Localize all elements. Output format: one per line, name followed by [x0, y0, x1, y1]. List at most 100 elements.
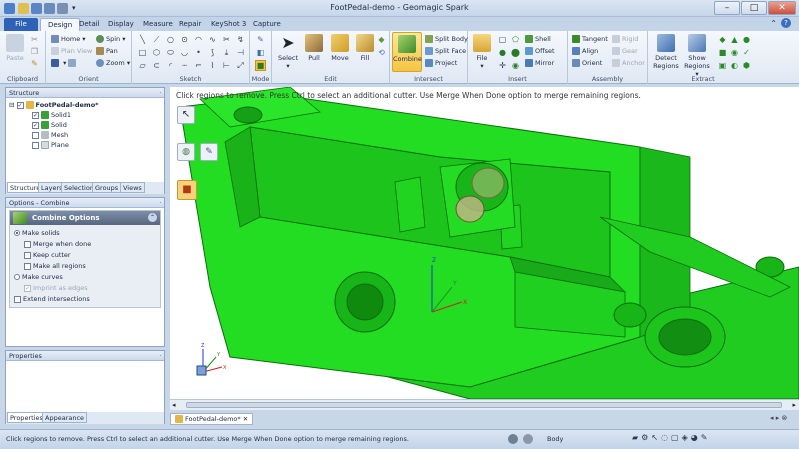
- tab-display[interactable]: Display: [101, 18, 141, 31]
- scrollbar-thumb[interactable]: [186, 402, 782, 408]
- construction-line-icon[interactable]: ┄: [180, 61, 189, 70]
- close-document-icon[interactable]: ✕: [243, 415, 248, 423]
- plan-view-button[interactable]: Plan View: [51, 47, 92, 55]
- corner-icon[interactable]: ⌐: [194, 61, 203, 70]
- pin-icon[interactable]: ᐧ: [159, 88, 161, 98]
- checkbox[interactable]: [14, 295, 21, 303]
- checkbox[interactable]: ✓: [32, 121, 39, 129]
- three-point-arc-icon[interactable]: ◜: [166, 61, 175, 70]
- three-point-rectangle-icon[interactable]: ▱: [138, 61, 147, 70]
- sweep-arc-icon[interactable]: ◡: [180, 48, 189, 57]
- shell-button[interactable]: Shell: [525, 35, 551, 43]
- tab-repair[interactable]: Repair: [172, 18, 208, 31]
- gear-button[interactable]: Gear: [612, 47, 638, 55]
- plane-icon[interactable]: ▢: [498, 35, 507, 44]
- status-toolbar-icons[interactable]: ▰⚙↖◌▢◈◕✎: [632, 433, 710, 442]
- checkbox[interactable]: [32, 141, 39, 149]
- radio[interactable]: [14, 230, 20, 236]
- help-icon[interactable]: ?: [781, 18, 791, 28]
- origin-icon[interactable]: ✛: [498, 61, 507, 70]
- split-face-button[interactable]: Split Face: [425, 47, 466, 55]
- combine-options-header[interactable]: Combine Options ⌃: [10, 211, 160, 225]
- checkbox[interactable]: [24, 240, 31, 248]
- tab-properties[interactable]: Properties: [7, 412, 46, 423]
- scale-icon[interactable]: ⤢: [236, 61, 245, 70]
- shell-shape-icon[interactable]: ◉: [511, 61, 520, 70]
- bend-icon[interactable]: ↯: [236, 35, 245, 44]
- ellipse-icon[interactable]: ⬭: [166, 48, 175, 57]
- merge-when-done-checkbox[interactable]: Merge when done: [24, 240, 91, 248]
- select-regions-tool-icon[interactable]: ✎: [200, 143, 218, 161]
- face-curve-icon[interactable]: ⌇: [208, 61, 217, 70]
- extract-freeform-icon[interactable]: ✓: [742, 48, 751, 57]
- extract-torus-icon[interactable]: ◉: [730, 48, 739, 57]
- slot-icon[interactable]: ⊂: [152, 61, 161, 70]
- home-button[interactable]: Home ▾: [51, 35, 86, 43]
- tangent-line-icon[interactable]: ⟋: [152, 35, 161, 44]
- select-cutters-tool-icon[interactable]: ◍: [177, 143, 195, 161]
- insert-file-button[interactable]: File ▾: [471, 34, 493, 70]
- make-solids-radio[interactable]: Make solids: [14, 229, 60, 237]
- extract-plane-icon[interactable]: ◆: [718, 35, 727, 44]
- tree-item-mesh[interactable]: Mesh: [32, 131, 68, 139]
- checkbox[interactable]: ✓: [16, 101, 24, 109]
- extract-cone-icon[interactable]: ▲: [730, 35, 739, 44]
- fill-button[interactable]: Fill: [354, 34, 376, 62]
- maximize-button[interactable]: □: [741, 1, 767, 15]
- trim-icon[interactable]: ✂: [222, 35, 231, 44]
- extract-revolve-icon[interactable]: ◐: [730, 61, 739, 70]
- spin-button[interactable]: Spin ▾: [96, 35, 126, 43]
- offset-button[interactable]: Offset: [525, 47, 555, 55]
- point-icon[interactable]: •: [194, 48, 203, 57]
- status-target-icon[interactable]: [508, 434, 518, 444]
- tree-item-root[interactable]: ⊟ ✓ FootPedal-demo*: [9, 101, 99, 109]
- extend-icon[interactable]: ⊢: [222, 61, 231, 70]
- make-curves-radio[interactable]: Make curves: [14, 273, 63, 281]
- project-button[interactable]: Project: [425, 59, 457, 67]
- rigid-button[interactable]: Rigid: [612, 35, 638, 43]
- pin-icon[interactable]: ᐧ: [159, 351, 161, 361]
- pin-icon[interactable]: ᐧ: [159, 198, 161, 208]
- selection-type[interactable]: Body: [547, 435, 563, 443]
- scroll-right-icon[interactable]: ▸: [792, 401, 796, 409]
- checkbox[interactable]: ✓: [24, 284, 31, 292]
- rectangle-icon[interactable]: □: [138, 48, 147, 57]
- 3d-mode-icon[interactable]: ■: [255, 60, 266, 71]
- tab-capture[interactable]: Capture: [246, 18, 288, 31]
- model-canvas[interactable]: Z Y X Z Y X: [170, 87, 799, 399]
- status-filter-icon[interactable]: [523, 434, 533, 444]
- 3d-viewport[interactable]: Z Y X Z Y X Click regions to remove. Pre…: [170, 87, 799, 399]
- split-line-icon[interactable]: ⊣: [236, 48, 245, 57]
- collapse-icon[interactable]: ⌃: [148, 213, 157, 222]
- sketch-mode-icon[interactable]: ✎: [256, 35, 265, 44]
- checkbox[interactable]: [24, 251, 31, 259]
- ribbon-collapse-icon[interactable]: ⌃: [770, 19, 777, 28]
- edit-extra-icon[interactable]: ◆: [377, 35, 386, 44]
- show-regions-button[interactable]: Show Regions ▾: [682, 34, 712, 78]
- document-tab[interactable]: FootPedal-demo* ✕: [170, 413, 254, 425]
- cutter-region-tool-icon[interactable]: ■: [177, 180, 197, 200]
- make-all-regions-checkbox[interactable]: Make all regions: [24, 262, 86, 270]
- foot-pedal-model[interactable]: [179, 87, 799, 399]
- combine-button[interactable]: Combine: [392, 32, 422, 72]
- imprint-as-edges-checkbox[interactable]: ✓ Imprint as edges: [24, 284, 88, 292]
- project-to-sketch-icon[interactable]: ⤓: [222, 48, 231, 57]
- view-cube-button[interactable]: ▾: [51, 59, 78, 67]
- tab-file[interactable]: File: [4, 18, 38, 31]
- extract-loft-icon[interactable]: ⬢: [742, 61, 751, 70]
- tab-groups[interactable]: Groups: [92, 182, 122, 193]
- circle-icon[interactable]: ○: [166, 35, 175, 44]
- scroll-left-icon[interactable]: ◂: [172, 401, 176, 409]
- cylinder-icon[interactable]: ⬤: [511, 48, 520, 57]
- minimize-button[interactable]: –: [714, 1, 740, 15]
- section-mode-icon[interactable]: ◧: [256, 48, 265, 57]
- paste-button[interactable]: Paste: [4, 34, 26, 62]
- select-targets-tool-icon[interactable]: ↖: [177, 106, 195, 124]
- tree-item-solid1[interactable]: ✓ Solid1: [32, 111, 71, 119]
- align-button[interactable]: Align: [572, 47, 598, 55]
- copy-icon[interactable]: ❐: [30, 47, 39, 56]
- checkbox[interactable]: [24, 262, 31, 270]
- three-point-circle-icon[interactable]: ⊙: [180, 35, 189, 44]
- extract-cylinder-icon[interactable]: ■: [718, 48, 727, 57]
- cut-icon[interactable]: ✂: [30, 35, 39, 44]
